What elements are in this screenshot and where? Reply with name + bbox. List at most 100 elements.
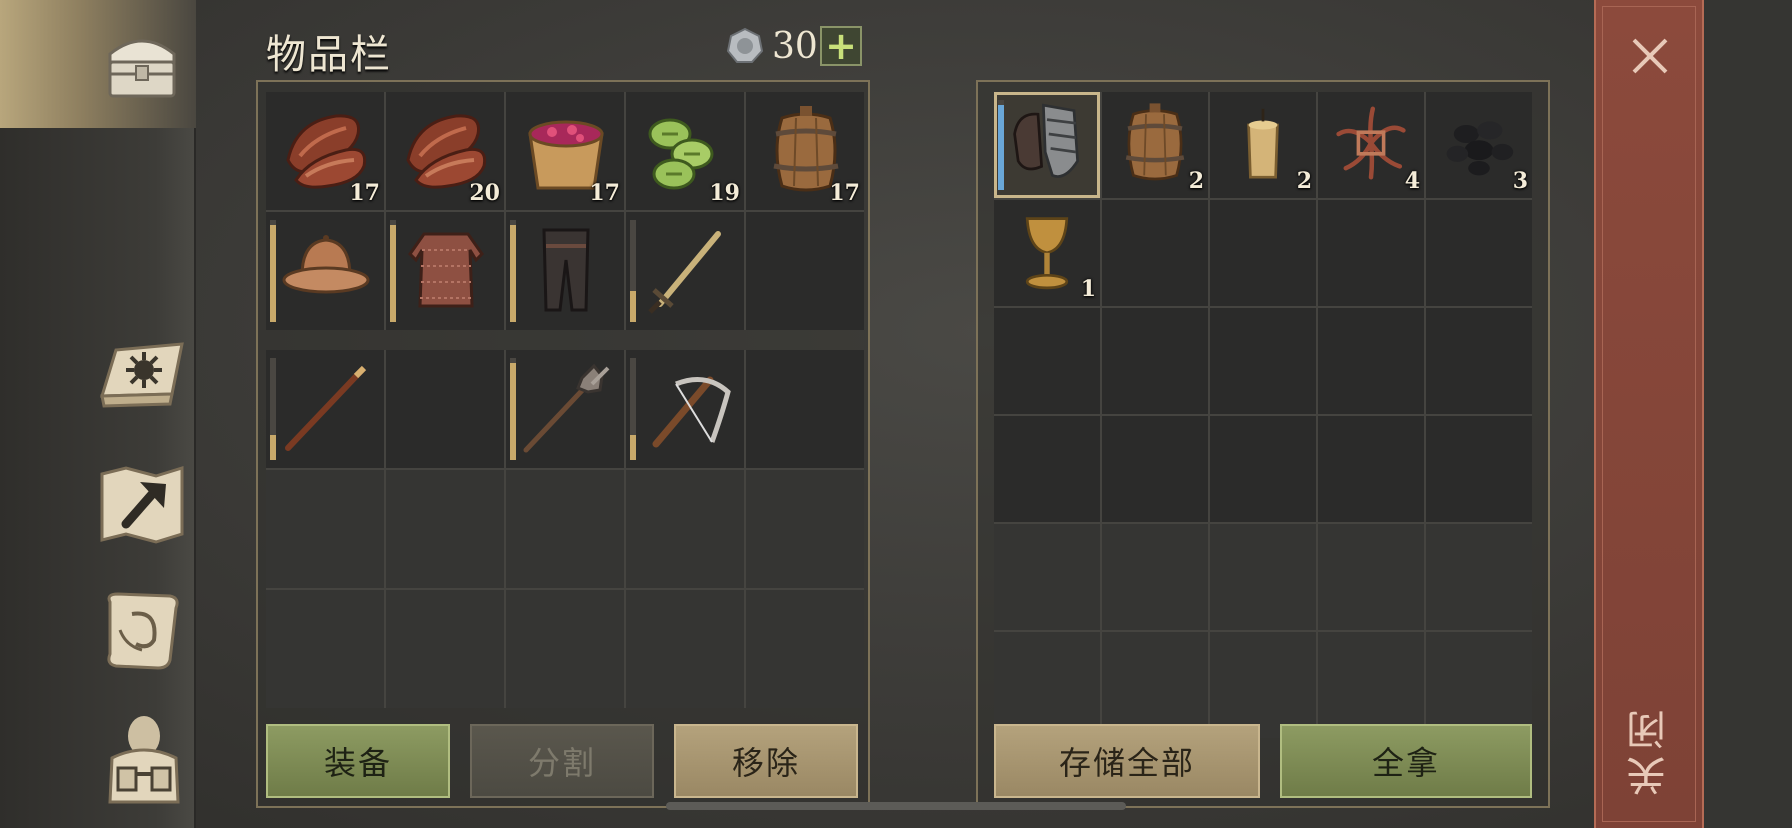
empty-slot[interactable] xyxy=(1102,416,1208,522)
empty-slot[interactable] xyxy=(746,350,864,468)
empty-slot[interactable] xyxy=(1102,200,1208,306)
item-slot[interactable]: 17 xyxy=(746,92,864,210)
item-quantity: 17 xyxy=(829,180,860,206)
background-edge xyxy=(1704,0,1792,828)
item-quantity: 2 xyxy=(1188,168,1204,194)
empty-slot[interactable] xyxy=(386,470,504,588)
inventory-grid-bottom xyxy=(266,350,864,708)
empty-slot[interactable] xyxy=(1318,308,1424,414)
empty-slot[interactable] xyxy=(1210,524,1316,630)
equip-button[interactable]: 装备 xyxy=(266,724,450,798)
candle-icon xyxy=(1247,108,1279,179)
item-slot[interactable]: 1 xyxy=(994,200,1100,306)
empty-slot[interactable] xyxy=(1426,416,1532,522)
sidebar xyxy=(0,0,196,828)
split-button[interactable]: 分割 xyxy=(470,724,654,798)
sidebar-item-character[interactable] xyxy=(96,712,188,804)
empty-slot[interactable] xyxy=(1318,416,1424,522)
item-slot[interactable]: 20 xyxy=(386,92,504,210)
home-indicator xyxy=(666,802,1126,810)
empty-slot[interactable] xyxy=(1426,524,1532,630)
item-slot[interactable] xyxy=(386,212,504,330)
sword-icon xyxy=(648,231,721,314)
close-label[interactable]: 关闭 xyxy=(1620,700,1680,800)
item-slot[interactable]: 19 xyxy=(626,92,744,210)
add-currency-button[interactable]: + xyxy=(820,26,862,66)
item-slot[interactable] xyxy=(626,350,744,468)
item-slot[interactable] xyxy=(626,212,744,330)
item-quantity: 19 xyxy=(709,180,740,206)
empty-slot[interactable] xyxy=(994,632,1100,738)
store-all-button[interactable]: 存储全部 xyxy=(994,724,1260,798)
empty-slot[interactable] xyxy=(994,524,1100,630)
goblet-icon xyxy=(1025,217,1069,290)
empty-slot[interactable] xyxy=(626,470,744,588)
empty-slot[interactable] xyxy=(506,470,624,588)
item-slot[interactable] xyxy=(506,350,624,468)
leg-armor-icon xyxy=(542,228,590,312)
sidebar-item-crafting[interactable] xyxy=(96,458,188,550)
empty-slot[interactable] xyxy=(1102,632,1208,738)
chest-icon xyxy=(108,39,176,98)
empty-slot[interactable] xyxy=(746,470,864,588)
item-quantity: 17 xyxy=(349,180,380,206)
empty-slot[interactable] xyxy=(1426,632,1532,738)
empty-slot[interactable] xyxy=(1210,416,1316,522)
empty-slot[interactable] xyxy=(746,212,864,330)
inventory-grid-top: 17 20 17 19 17 xyxy=(266,92,864,330)
empty-slot[interactable] xyxy=(994,308,1100,414)
item-slot[interactable] xyxy=(506,212,624,330)
item-quantity: 4 xyxy=(1404,168,1420,194)
empty-slot[interactable] xyxy=(1102,524,1208,630)
sidebar-item-quests[interactable] xyxy=(96,584,188,676)
empty-slot[interactable] xyxy=(506,590,624,708)
empty-slot[interactable] xyxy=(266,470,384,588)
empty-slot[interactable] xyxy=(1426,200,1532,306)
empty-slot[interactable] xyxy=(994,416,1100,522)
empty-slot[interactable] xyxy=(626,590,744,708)
item-slot[interactable]: 17 xyxy=(266,92,384,210)
item-slot[interactable] xyxy=(994,92,1100,198)
roots-icon xyxy=(1336,106,1406,180)
coal-icon xyxy=(1446,121,1514,176)
item-slot[interactable] xyxy=(266,212,384,330)
empty-slot[interactable] xyxy=(386,590,504,708)
currency-count: 30 xyxy=(772,25,818,67)
empty-slot[interactable] xyxy=(1318,632,1424,738)
empty-slot[interactable] xyxy=(386,350,504,468)
empty-slot[interactable] xyxy=(266,590,384,708)
page-title: 物品栏 xyxy=(266,32,392,78)
character-backpack-icon xyxy=(108,716,180,804)
empty-slot[interactable] xyxy=(1426,308,1532,414)
crafting-map-icon xyxy=(100,465,184,544)
item-quantity: 3 xyxy=(1512,168,1528,194)
helmet-icon xyxy=(282,235,370,294)
empty-slot[interactable] xyxy=(1210,308,1316,414)
empty-slot[interactable] xyxy=(746,590,864,708)
crossbow-icon xyxy=(652,376,731,448)
item-slot[interactable] xyxy=(266,350,384,468)
take-all-button[interactable]: 全拿 xyxy=(1280,724,1532,798)
empty-slot[interactable] xyxy=(1318,524,1424,630)
chainmail-icon xyxy=(408,232,484,308)
scroll-quill-icon xyxy=(107,592,179,670)
remove-button[interactable]: 移除 xyxy=(674,724,858,798)
currency-display: 30 xyxy=(726,24,818,68)
barrel-icon xyxy=(1125,103,1185,181)
item-quantity: 20 xyxy=(469,180,500,206)
empty-slot[interactable] xyxy=(1210,632,1316,738)
sun-book-icon xyxy=(99,342,184,408)
empty-slot[interactable] xyxy=(1210,200,1316,306)
item-slot[interactable]: 2 xyxy=(1102,92,1208,198)
empty-slot[interactable] xyxy=(1318,200,1424,306)
item-slot[interactable]: 4 xyxy=(1318,92,1424,198)
sidebar-item-inventory[interactable] xyxy=(96,16,188,108)
sidebar-item-journal[interactable] xyxy=(96,330,188,422)
close-icon[interactable] xyxy=(1624,30,1676,82)
empty-slot[interactable] xyxy=(1102,308,1208,414)
storage-grid: 2 2 4 3 1 xyxy=(994,92,1532,738)
silver-coin-icon xyxy=(726,27,764,63)
item-slot[interactable]: 2 xyxy=(1210,92,1316,198)
item-slot[interactable]: 17 xyxy=(506,92,624,210)
item-slot[interactable]: 3 xyxy=(1426,92,1532,198)
